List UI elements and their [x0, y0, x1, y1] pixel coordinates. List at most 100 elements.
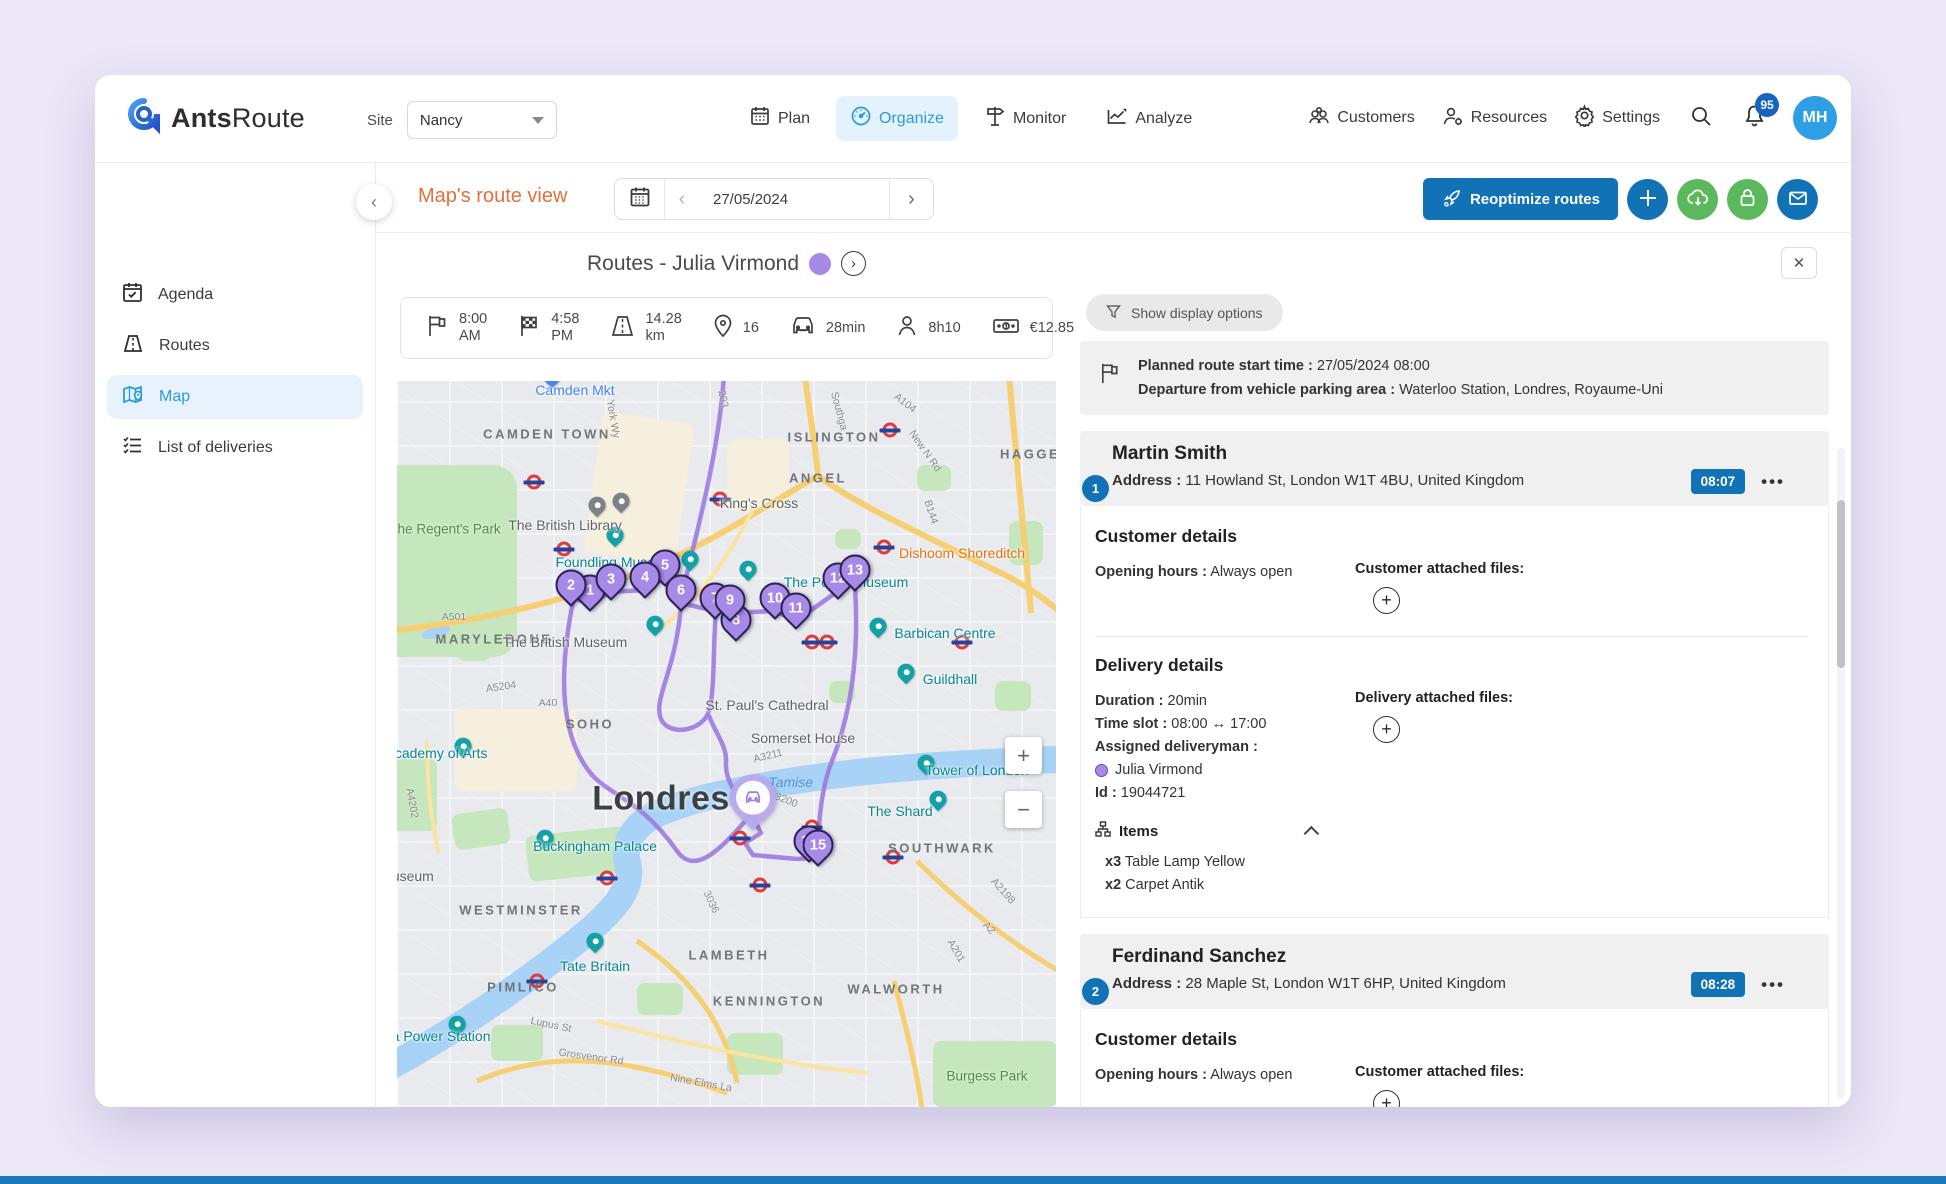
add-route-button[interactable] — [1627, 179, 1668, 220]
delivery-files-label: Delivery attached files: — [1355, 690, 1808, 706]
search-icon — [1689, 104, 1713, 133]
road-icon — [609, 313, 636, 344]
nav-settings[interactable]: Settings — [1573, 104, 1660, 132]
show-display-options-button[interactable]: Show display options — [1086, 294, 1283, 331]
next-route-button[interactable]: › — [841, 251, 866, 276]
previous-day-button[interactable]: ‹ — [665, 179, 699, 219]
zoom-in-button[interactable]: + — [1005, 737, 1042, 774]
underground-roundel-icon — [557, 542, 572, 557]
zoom-out-button[interactable]: − — [1005, 791, 1042, 828]
stop-menu-button[interactable]: ••• — [1761, 472, 1785, 492]
tab-organize[interactable]: Organize — [836, 96, 958, 141]
notifications-button[interactable]: 95 — [1742, 103, 1767, 133]
site-select[interactable]: Nancy — [407, 101, 557, 139]
stop-card-1[interactable]: 1 Martin Smith Address : 11 Howland St, … — [1080, 431, 1829, 506]
sidebar-item-map[interactable]: Map — [107, 375, 363, 419]
underground-roundel-icon — [820, 635, 835, 650]
time-slot: Time slot : 08:00 ↔ 17:00 — [1095, 713, 1345, 736]
scrollbar-thumb[interactable] — [1837, 500, 1845, 668]
nav-customers[interactable]: Customers — [1307, 105, 1414, 132]
close-panel-button[interactable]: ✕ — [1781, 247, 1817, 279]
underground-roundel-icon — [713, 492, 728, 507]
tab-analyze[interactable]: Analyze — [1092, 96, 1206, 141]
panel-scrollbar[interactable] — [1837, 448, 1845, 1099]
route-polyline-layer — [397, 381, 1056, 1107]
tab-monitor[interactable]: Monitor — [970, 96, 1080, 141]
search-button[interactable] — [1686, 103, 1716, 133]
calendar-picker-button[interactable] — [615, 179, 665, 219]
underground-roundel-icon — [955, 635, 970, 650]
vehicle-icon — [736, 781, 770, 815]
underground-roundel-icon — [527, 475, 542, 490]
stop-number-badge: 1 — [1082, 475, 1109, 502]
stop-2-details: Customer details Opening hours : Always … — [1080, 1009, 1829, 1107]
route-start-time-value: 27/05/2024 08:00 — [1317, 358, 1430, 374]
app-logo[interactable]: AntsRoute — [125, 97, 305, 140]
add-delivery-file-button[interactable]: + — [1373, 716, 1400, 743]
lock-icon — [1737, 187, 1758, 211]
finish-flag-icon — [517, 313, 542, 344]
eta-badge: 08:28 — [1691, 972, 1746, 997]
add-customer-file-button[interactable]: + — [1373, 1090, 1400, 1107]
stat-end-time: 4:58PM — [517, 311, 579, 345]
driver-color-dot — [809, 253, 831, 275]
tab-plan[interactable]: Plan — [735, 96, 824, 141]
gear-icon — [1573, 104, 1596, 132]
brand-name: AntsRoute — [171, 103, 305, 134]
stop-customer-name: Ferdinand Sanchez — [1112, 946, 1811, 968]
stop-marker-number: 6 — [668, 576, 695, 603]
underground-roundel-icon — [530, 974, 545, 989]
underground-roundel-icon — [877, 540, 892, 555]
stop-marker-number: 3 — [598, 565, 625, 592]
site-select-value: Nancy — [420, 112, 463, 129]
items-header: Items — [1095, 821, 1158, 841]
email-routes-button[interactable] — [1777, 179, 1818, 220]
customer-files-label: Customer attached files: — [1355, 1064, 1808, 1080]
stop-address: Address : 28 Maple St, London W1T 6HP, U… — [1112, 972, 1552, 995]
signpost-icon — [984, 105, 1006, 132]
view-header: Map's route view ‹ 27/05/2024 › Reoptimi… — [376, 163, 1851, 233]
antsroute-logo-icon — [125, 97, 163, 140]
person-icon — [895, 313, 919, 344]
lock-routes-button[interactable] — [1727, 179, 1768, 220]
collapse-items-button[interactable] — [1304, 825, 1320, 841]
app-window: AntsRoute Site Nancy Plan Organize Monit… — [95, 75, 1851, 1107]
stop-card-2[interactable]: 2 Ferdinand Sanchez Address : 28 Maple S… — [1080, 934, 1829, 1009]
delivery-id: Id : 19044721 — [1095, 782, 1345, 805]
sidebar-item-routes[interactable]: Routes — [107, 324, 363, 368]
stop-1-details: Customer details Opening hours : Always … — [1080, 506, 1829, 918]
stat-stops: 16 — [712, 313, 759, 344]
date-display[interactable]: 27/05/2024 — [699, 179, 889, 219]
divider — [1095, 636, 1808, 637]
route-title: Routes - Julia Virmond — [587, 252, 799, 276]
stop-menu-button[interactable]: ••• — [1761, 975, 1785, 995]
stop-marker-number: 4 — [632, 563, 659, 590]
bell-icon — [1742, 115, 1767, 132]
customer-details-title: Customer details — [1095, 526, 1808, 547]
rocket-icon — [1441, 187, 1461, 211]
chart-icon — [1106, 105, 1128, 132]
map-pin-icon — [712, 313, 734, 344]
sidebar-item-agenda[interactable]: Agenda — [107, 273, 363, 317]
delivery-item: x3 Table Lamp Yellow — [1105, 851, 1808, 874]
start-flag-icon — [425, 313, 450, 344]
sync-routes-button[interactable] — [1677, 179, 1718, 220]
departure-label: Departure from vehicle parking area : — [1138, 382, 1395, 398]
map-canvas[interactable]: Camden MktCAMDEN TOWNISLINGTONANGELHAGGE… — [397, 381, 1056, 1107]
underground-roundel-icon — [753, 878, 768, 893]
next-day-button[interactable]: › — [889, 179, 933, 219]
sidebar-item-list-of-deliveries[interactable]: List of deliveries — [107, 426, 363, 470]
route-start-info: Planned route start time : 27/05/2024 08… — [1080, 341, 1829, 415]
reoptimize-routes-button[interactable]: Reoptimize routes — [1423, 178, 1618, 220]
bottom-accent-strip — [0, 1176, 1946, 1184]
stop-number-badge: 2 — [1082, 978, 1109, 1005]
collapse-sidebar-button[interactable]: ‹ — [356, 184, 392, 220]
map-icon — [121, 383, 145, 411]
avatar[interactable]: MH — [1793, 96, 1837, 140]
nav-resources[interactable]: Resources — [1441, 105, 1547, 132]
underground-roundel-icon — [733, 831, 748, 846]
cloud-download-icon — [1686, 187, 1710, 212]
add-customer-file-button[interactable]: + — [1373, 587, 1400, 614]
filter-icon — [1106, 304, 1121, 322]
delivery-details-title: Delivery details — [1095, 655, 1808, 676]
